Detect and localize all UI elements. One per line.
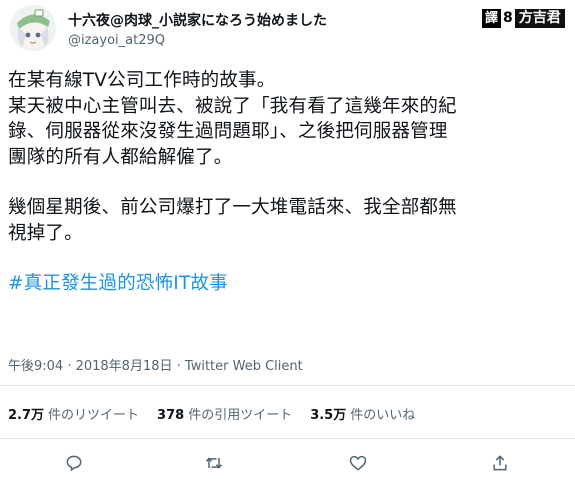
watermark-char: 譯 (482, 8, 502, 28)
reply-button[interactable] (62, 451, 86, 475)
share-button[interactable] (488, 451, 512, 475)
likes-stat[interactable]: 3.5万 件のいいね (310, 404, 415, 423)
like-button[interactable] (346, 451, 370, 475)
quotes-stat[interactable]: 378 件の引用ツイート (157, 404, 292, 423)
client-name: Twitter Web Client (184, 359, 303, 374)
like-icon (349, 455, 367, 471)
display-name[interactable]: 十六夜@肉球_小説家になろう始めました (68, 10, 327, 30)
tweet-line: 幾個星期後、前公司爆打了一大堆電話來、我全部都無 (8, 197, 457, 218)
watermark-brand: 方吉君 (514, 8, 565, 28)
likes-count: 3.5万 (310, 408, 347, 423)
reply-icon (66, 455, 82, 471)
engagement-stats: 2.7万 件のリツイート 378 件の引用ツイート 3.5万 件のいいね (8, 404, 415, 423)
share-icon (493, 455, 507, 471)
likes-label: 件のいいね (350, 408, 416, 423)
watermark-connector: 8 (503, 10, 513, 26)
divider (0, 385, 575, 386)
retweets-stat[interactable]: 2.7万 件のリツイート (8, 404, 139, 423)
tweet-line: 錄、伺服器從來沒發生過問題耶」、之後把伺服器管理 (8, 121, 448, 142)
tweet-line: 視掉了。 (8, 222, 83, 244)
retweet-button[interactable] (202, 451, 226, 475)
tweet-header: 十六夜@肉球_小説家になろう始めました @izayoi_at29Q 譯 8 方吉… (0, 0, 575, 60)
quotes-label: 件の引用ツイート (188, 408, 293, 423)
tweet-meta: 午後9:04 · 2018年8月18日 · Twitter Web Client (8, 355, 303, 374)
quotes-count: 378 (157, 408, 185, 423)
hashtag-link[interactable]: #真正發生過的恐怖IT故事 (8, 271, 568, 297)
timestamp-link[interactable]: 午後9:04 · 2018年8月18日 (8, 359, 173, 374)
retweets-label: 件のリツイート (48, 408, 140, 423)
user-handle[interactable]: @izayoi_at29Q (68, 33, 165, 48)
avatar-illustration (10, 5, 56, 51)
tweet-line: 某天被中心主管叫去、被說了「我有看了這幾年來的紀 (8, 95, 457, 117)
retweet-icon (205, 457, 223, 469)
tweet-line: 團隊的所有人都給解僱了。 (8, 146, 233, 168)
meta-separator: · (172, 359, 185, 374)
action-bar (0, 447, 575, 479)
translator-watermark: 譯 8 方吉君 (482, 8, 565, 28)
tweet-line: 在某有線TV公司工作時的故事。 (8, 70, 276, 91)
divider (0, 438, 575, 439)
retweets-count: 2.7万 (8, 408, 45, 423)
avatar[interactable] (10, 5, 56, 51)
tweet-text: 在某有線TV公司工作時的故事。 某天被中心主管叫去、被說了「我有看了這幾年來的紀… (8, 68, 568, 297)
